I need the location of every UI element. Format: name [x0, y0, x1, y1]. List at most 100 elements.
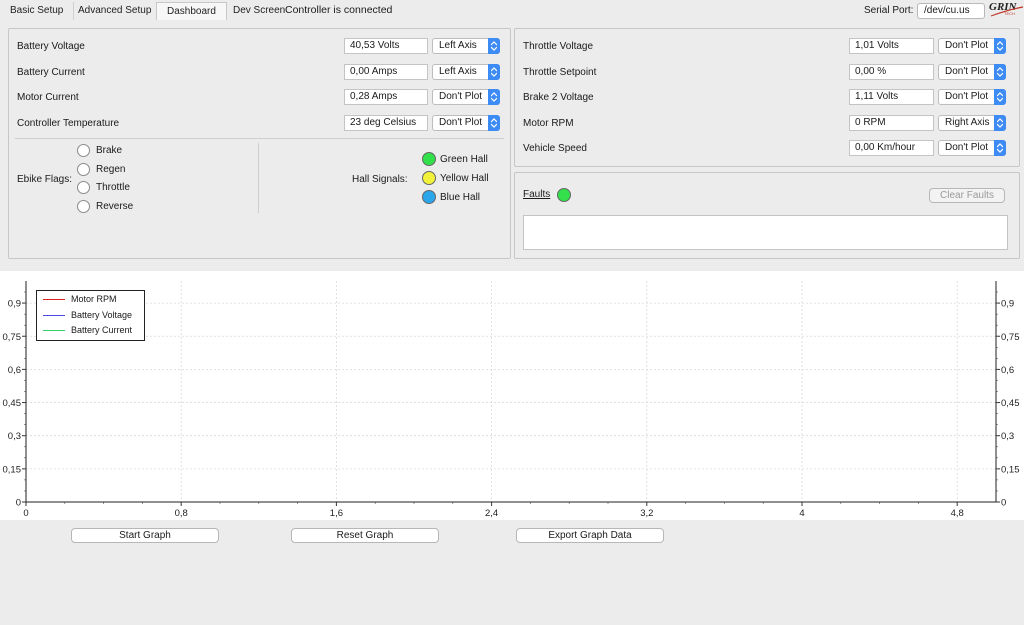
battery-current-plot-select[interactable]: Left Axis — [432, 64, 500, 80]
motor-rpm-plot-select[interactable]: Right Axis — [938, 115, 1006, 131]
serial-port-label: Serial Port: — [864, 5, 914, 16]
vehicle-speed-plot-select[interactable]: Don't Plot — [938, 140, 1006, 156]
battery-current-value: 0,00 Amps — [344, 64, 428, 80]
brake-radio[interactable] — [77, 144, 90, 157]
legend-label-motor-rpm: Motor RPM — [71, 294, 117, 304]
clear-faults-button[interactable]: Clear Faults — [929, 188, 1005, 203]
battery-current-plot-text: Left Axis — [439, 66, 477, 77]
tab-advanced-setup[interactable]: Advanced Setup — [68, 2, 163, 20]
divider — [258, 143, 259, 213]
controller-temperature-value: 23 deg Celsius — [344, 115, 428, 131]
ebike-flags-label: Ebike Flags: — [17, 174, 73, 185]
motor-rpm-value: 0 RPM — [849, 115, 934, 131]
motor-rpm-label: Motor RPM — [523, 118, 574, 129]
x-tick-label: 4 — [799, 508, 804, 519]
grin-logo: GRIN TECH — [989, 1, 1024, 19]
graph-area: 0 0,8 1,6 2,4 3,2 4 4,8 0 0 0,15 0,15 0,3 0,3 0,45 0,4… — [0, 271, 1024, 520]
y-tick-label-right: 0,6 — [1001, 365, 1014, 376]
regen-flag-label: Regen — [96, 164, 126, 175]
connection-status: Controller is connected — [285, 4, 393, 16]
x-tick-label: 3,2 — [640, 508, 653, 519]
brake-2-voltage-value: 1,11 Volts — [849, 89, 934, 105]
legend-swatch-battery-voltage — [43, 315, 65, 316]
throttle-setpoint-plot-select[interactable]: Don't Plot — [938, 64, 1006, 80]
chevron-updown-icon — [488, 64, 500, 80]
controller-temperature-plot-select[interactable]: Don't Plot — [432, 115, 500, 131]
serial-port-select[interactable]: /dev/cu.us — [917, 3, 985, 19]
throttle-setpoint-plot-text: Don't Plot — [945, 66, 989, 77]
chevron-updown-icon — [994, 89, 1006, 105]
green-hall-indicator — [422, 152, 436, 166]
tab-basic-setup[interactable]: Basic Setup — [0, 2, 75, 20]
vehicle-speed-value: 0,00 Km/hour — [849, 140, 934, 156]
vehicle-speed-label: Vehicle Speed — [523, 143, 587, 154]
legend-label-battery-voltage: Battery Voltage — [71, 310, 133, 320]
chevron-updown-icon — [488, 38, 500, 54]
legend-label-battery-current: Battery Current — [71, 325, 133, 335]
battery-voltage-value: 40,53 Volts — [344, 38, 428, 54]
brake-2-voltage-label: Brake 2 Voltage — [523, 92, 594, 103]
motor-current-plot-select[interactable]: Don't Plot — [432, 89, 500, 105]
x-tick-label: 4,8 — [951, 508, 964, 519]
throttle-voltage-plot-text: Don't Plot — [945, 40, 989, 51]
y-tick-label-left: 0,3 — [8, 431, 21, 442]
graph-legend: Motor RPM Battery Voltage Battery Curren… — [36, 290, 145, 341]
x-tick-label: 2,4 — [485, 508, 498, 519]
left-panel: Battery Voltage 40,53 Volts Left Axis Ba… — [8, 28, 511, 259]
y-tick-label-left: 0,9 — [8, 299, 21, 310]
reset-graph-button[interactable]: Reset Graph — [291, 528, 439, 543]
x-tick-label: 1,6 — [330, 508, 343, 519]
chevron-updown-icon — [994, 140, 1006, 156]
battery-voltage-plot-text: Left Axis — [439, 40, 477, 51]
faults-label: Faults — [523, 189, 551, 200]
divider — [15, 138, 504, 139]
controller-temperature-plot-text: Don't Plot — [439, 117, 483, 128]
export-graph-data-button[interactable]: Export Graph Data — [516, 528, 664, 543]
chevron-updown-icon — [994, 64, 1006, 80]
brake-flag-label: Brake — [96, 145, 123, 156]
motor-current-value: 0,28 Amps — [344, 89, 428, 105]
blue-hall-indicator — [422, 190, 436, 204]
faults-list — [523, 215, 1008, 250]
brake-2-voltage-plot-select[interactable]: Don't Plot — [938, 89, 1006, 105]
motor-current-label: Motor Current — [17, 92, 79, 103]
throttle-voltage-value: 1,01 Volts — [849, 38, 934, 54]
chevron-updown-icon — [488, 89, 500, 105]
tab-dashboard[interactable]: Dashboard — [156, 2, 227, 20]
battery-voltage-plot-select[interactable]: Left Axis — [432, 38, 500, 54]
y-tick-label-right: 0 — [1001, 498, 1006, 509]
y-tick-label-right: 0,3 — [1001, 431, 1014, 442]
legend-swatch-motor-rpm — [43, 299, 65, 300]
throttle-setpoint-value: 0,00 % — [849, 64, 934, 80]
chevron-updown-icon — [994, 38, 1006, 54]
top-bar: Basic Setup Advanced Setup Dashboard Dev… — [0, 0, 1024, 22]
faults-indicator — [557, 188, 571, 202]
y-tick-label-left: 0 — [16, 498, 21, 509]
start-graph-button[interactable]: Start Graph — [71, 528, 219, 543]
hall-signals-label: Hall Signals: — [352, 174, 408, 185]
vehicle-speed-plot-text: Don't Plot — [945, 142, 989, 153]
right-panel: Throttle Voltage 1,01 Volts Don't Plot T… — [514, 28, 1020, 167]
reverse-radio[interactable] — [77, 200, 90, 213]
legend-swatch-battery-current — [43, 330, 65, 331]
graph-canvas: 0 0,8 1,6 2,4 3,2 4 4,80 00,15 0,150,3 0,30,45 0,4… — [3, 281, 1020, 519]
chevron-updown-icon — [488, 115, 500, 131]
motor-rpm-plot-text: Right Axis — [945, 117, 990, 128]
y-tick-label-left: 0,6 — [8, 365, 21, 376]
throttle-flag-label: Throttle — [96, 182, 130, 193]
y-tick-label-left: 0,15 — [3, 464, 22, 475]
throttle-radio[interactable] — [77, 181, 90, 194]
green-hall-label: Green Hall — [440, 154, 488, 165]
yellow-hall-label: Yellow Hall — [440, 173, 489, 184]
regen-radio[interactable] — [77, 163, 90, 176]
controller-temperature-label: Controller Temperature — [17, 118, 120, 129]
y-tick-label-right: 0,75 — [1001, 332, 1020, 343]
throttle-voltage-plot-select[interactable]: Don't Plot — [938, 38, 1006, 54]
y-tick-label-right: 0,15 — [1001, 464, 1020, 475]
yellow-hall-indicator — [422, 171, 436, 185]
y-tick-label-left: 0,75 — [3, 332, 22, 343]
y-tick-label-left: 0,45 — [3, 398, 22, 409]
x-tick-label: 0,8 — [175, 508, 188, 519]
battery-voltage-label: Battery Voltage — [17, 41, 85, 52]
y-tick-label-right: 0,45 — [1001, 398, 1020, 409]
